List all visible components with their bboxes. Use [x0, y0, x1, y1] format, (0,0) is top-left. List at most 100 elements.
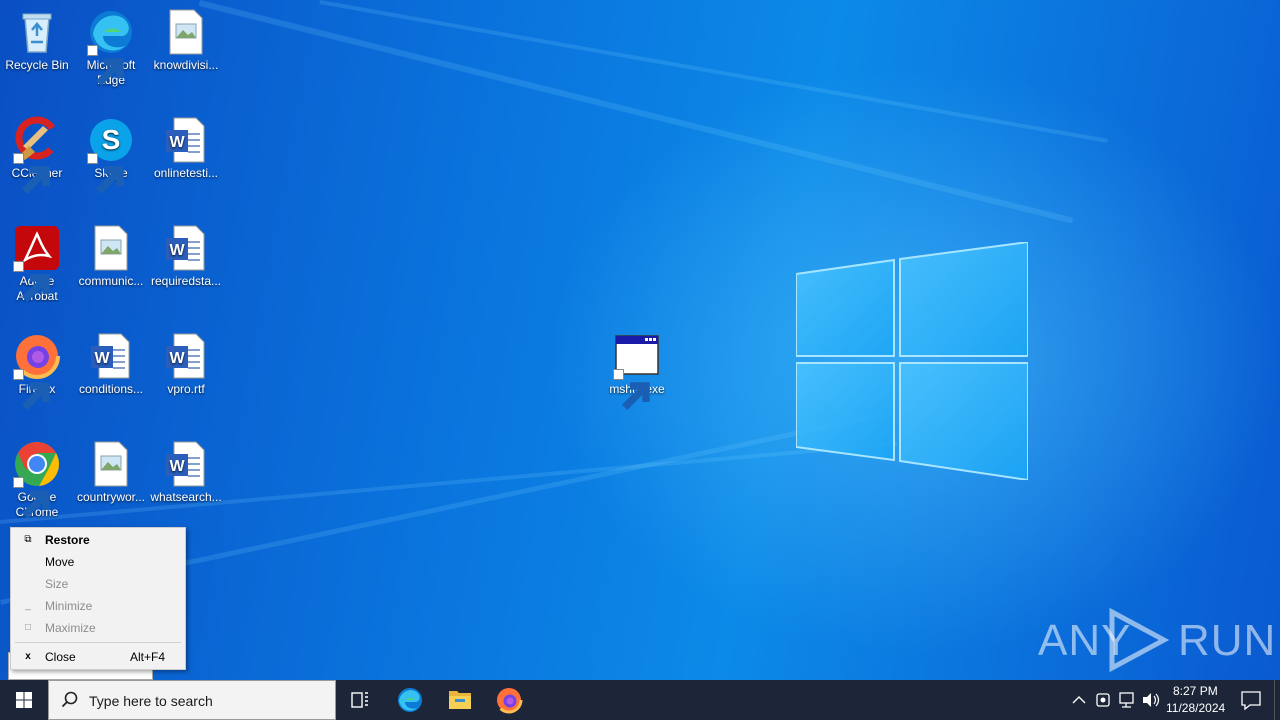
taskbar-search-box[interactable]: Type here to search — [48, 680, 336, 720]
search-icon — [61, 691, 78, 708]
menu-item-label: Move — [45, 555, 75, 569]
image-file-icon — [162, 8, 210, 56]
firefox-icon — [495, 686, 523, 714]
desktop-icon-firefox[interactable]: Firefox — [0, 332, 74, 410]
show-hidden-icons-button[interactable] — [1068, 680, 1090, 720]
desktop-icon-adobe-acrobat[interactable]: Adobe Acrobat — [0, 224, 74, 304]
windows-logo — [796, 242, 1028, 480]
menu-item-maximize: □ Maximize — [11, 617, 185, 639]
word-doc-icon: W — [162, 224, 210, 272]
clock-time: 8:27 PM — [1173, 684, 1218, 698]
svg-text:W: W — [94, 350, 110, 367]
taskbar-edge-button[interactable] — [386, 680, 434, 720]
menu-item-shortcut: Alt+F4 — [129, 650, 165, 664]
desktop-icon-communic[interactable]: communic... — [74, 224, 148, 289]
window-system-menu: ⧉ Restore Move Size _ Minimize □ Maximiz… — [10, 527, 186, 670]
icon-label: knowdivisi... — [153, 58, 219, 72]
menu-item-label: Restore — [45, 533, 90, 547]
close-icon: x — [25, 651, 31, 662]
chrome-icon — [13, 440, 61, 518]
icon-label: conditions... — [78, 382, 144, 396]
file-explorer-icon — [449, 691, 471, 709]
desktop-icon-knowdivisi[interactable]: knowdivisi... — [149, 8, 223, 73]
menu-item-move[interactable]: Move — [11, 551, 185, 573]
shortcut-arrow-icon — [13, 153, 50, 194]
desktop-icon-google-chrome[interactable]: Google Chrome — [0, 440, 74, 520]
svg-text:W: W — [169, 458, 185, 475]
icon-label: whatsearch... — [150, 490, 222, 504]
desktop-icon-recycle-bin[interactable]: Recycle Bin — [0, 8, 74, 73]
tray-app-button[interactable] — [1092, 680, 1114, 720]
tray-app-icon — [1096, 693, 1110, 707]
svg-text:W: W — [169, 134, 185, 151]
icon-label: onlinetesti... — [153, 166, 219, 180]
show-desktop-button[interactable] — [1274, 680, 1280, 720]
shortcut-arrow-icon — [13, 477, 50, 518]
watermark-text-right: RUN — [1178, 616, 1277, 665]
firefox-icon — [13, 332, 61, 410]
menu-item-restore[interactable]: ⧉ Restore — [11, 529, 185, 551]
taskbar-firefox-button[interactable] — [485, 680, 533, 720]
icon-label: vpro.rtf — [167, 382, 205, 396]
icon-label: Recycle Bin — [5, 58, 69, 72]
play-icon — [1109, 608, 1170, 672]
clock-button[interactable]: 8:27 PM 11/28/2024 — [1164, 680, 1232, 720]
shortcut-arrow-icon — [87, 153, 124, 194]
action-center-button[interactable] — [1234, 680, 1268, 720]
menu-item-label: Minimize — [45, 599, 93, 613]
desktop[interactable]: Recycle Bin CCleaner Adobe Acrobat Firef… — [0, 0, 1280, 680]
edge-icon — [87, 8, 135, 86]
desktop-icon-whatsearch[interactable]: W whatsearch... — [149, 440, 223, 505]
desktop-icon-mshta-exe[interactable]: mshta.exe — [600, 332, 674, 410]
menu-item-label: Size — [45, 577, 69, 591]
ccleaner-icon — [13, 116, 61, 194]
menu-item-minimize: _ Minimize — [11, 595, 185, 617]
skype-icon: S — [87, 116, 135, 194]
desktop-icon-requiredsta[interactable]: W requiredsta... — [149, 224, 223, 289]
menu-item-close[interactable]: x Close Alt+F4 — [11, 646, 185, 668]
start-button[interactable] — [0, 680, 48, 720]
svg-text:W: W — [169, 350, 185, 367]
volume-icon — [1143, 693, 1160, 707]
desktop-icon-vpro-rtf[interactable]: W vpro.rtf — [149, 332, 223, 397]
clock-date: 11/28/2024 — [1166, 701, 1226, 715]
svg-text:W: W — [169, 242, 185, 259]
desktop-icon-countrywor[interactable]: countrywor... — [74, 440, 148, 505]
desktop-icon-conditions[interactable]: W conditions... — [74, 332, 148, 397]
menu-item-size: Size — [11, 573, 185, 595]
icon-label: communic... — [78, 274, 144, 288]
menu-item-label: Maximize — [45, 621, 96, 635]
recycle-bin-icon — [13, 8, 61, 56]
desktop-icon-skype[interactable]: S Skype — [74, 116, 148, 194]
shortcut-arrow-icon — [13, 261, 50, 302]
menu-item-label: Close — [45, 650, 76, 664]
task-view-button[interactable] — [336, 680, 384, 720]
volume-button[interactable] — [1140, 680, 1162, 720]
task-view-icon — [351, 692, 368, 708]
image-file-icon — [87, 440, 135, 488]
word-doc-icon: W — [162, 440, 210, 488]
shortcut-arrow-icon — [87, 45, 124, 86]
anyrun-watermark: ANY RUN — [1038, 608, 1275, 672]
word-doc-icon: W — [162, 116, 210, 164]
maximize-icon: □ — [24, 622, 32, 633]
restore-icon: ⧉ — [24, 534, 32, 545]
notification-icon — [1241, 691, 1261, 711]
light-ray — [319, 0, 1108, 143]
desktop-icon-onlinetesti[interactable]: W onlinetesti... — [149, 116, 223, 181]
icon-label: countrywor... — [76, 490, 146, 504]
taskbar-file-explorer-button[interactable] — [436, 680, 484, 720]
shortcut-arrow-icon — [613, 369, 650, 410]
acrobat-icon — [13, 224, 61, 302]
minimize-icon: _ — [25, 600, 31, 611]
network-button[interactable] — [1116, 680, 1138, 720]
chevron-up-icon — [1072, 696, 1086, 704]
app-window-icon — [613, 332, 661, 410]
desktop-icon-microsoft-edge[interactable]: Microsoft Edge — [74, 8, 148, 88]
network-icon — [1119, 692, 1134, 708]
windows-start-icon — [16, 692, 32, 708]
taskbar: Type here to search 8:27 PM 11/28/2024 — [0, 680, 1280, 720]
edge-icon — [398, 688, 422, 712]
desktop-icon-ccleaner[interactable]: CCleaner — [0, 116, 74, 194]
icon-label: requiredsta... — [150, 274, 222, 288]
